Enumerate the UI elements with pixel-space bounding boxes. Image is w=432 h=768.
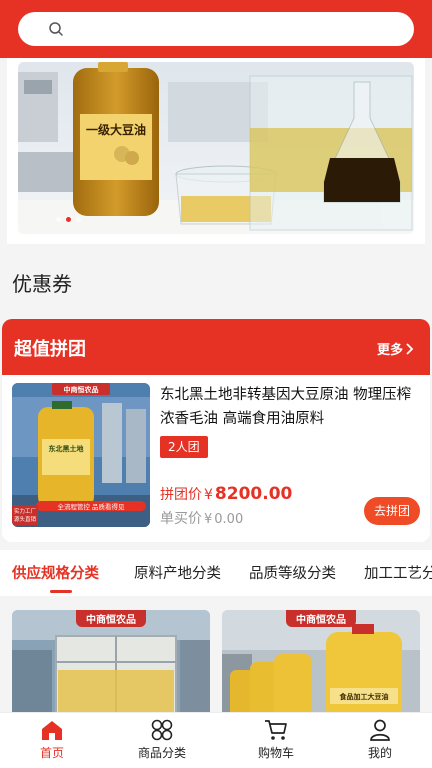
- currency-symbol: ¥: [204, 487, 213, 503]
- more-label: 更多: [376, 343, 403, 358]
- product-card[interactable]: 中商恒农品 食品加工大豆油: [222, 610, 420, 720]
- group-buy-more-link[interactable]: 更多: [377, 339, 414, 358]
- single-price-label: 单买价: [160, 511, 202, 527]
- svg-text:东北黑土地: 东北黑土地: [49, 444, 84, 453]
- card-brand-badge: 中商恒农品: [286, 610, 356, 627]
- banner-carousel[interactable]: 一级大豆油: [18, 62, 414, 234]
- nav-home-label: 首页: [39, 746, 64, 760]
- cart-icon: [265, 720, 287, 740]
- svg-text:实力工厂: 实力工厂: [14, 507, 37, 515]
- group-product-image[interactable]: 中商恒农品 东北黑土地 全流程管控 品质看得见 实力工厂 源头直销: [12, 383, 150, 527]
- user-icon: [370, 719, 390, 741]
- nav-cart-label: 购物车: [257, 746, 294, 760]
- group-price: 拼团价 ¥ 8200.00: [160, 484, 292, 504]
- nav-home[interactable]: 首页: [12, 719, 92, 761]
- svg-text:源头直销: 源头直销: [14, 515, 37, 523]
- group-price-value: 8200.00: [214, 484, 293, 504]
- nav-profile-label: 我的: [367, 746, 392, 760]
- chevron-right-icon: [406, 342, 414, 355]
- svg-text:中商恒农品: 中商恒农品: [64, 385, 99, 394]
- group-buy-section: 超值拼团 更多 中商恒农品 东北黑土地 全流程管控 品质看得见 实力工厂 源头直…: [2, 319, 430, 542]
- nav-category[interactable]: 商品分类: [122, 719, 202, 761]
- category-tabs: 供应规格分类 原料产地分类 品质等级分类 加工工艺分类: [0, 550, 432, 596]
- carousel-dots: [56, 217, 81, 222]
- tab-origin[interactable]: 原料产地分类: [134, 562, 221, 583]
- group-size-tag: 2人团: [160, 436, 208, 458]
- tab-quality-grade[interactable]: 品质等级分类: [249, 562, 336, 583]
- bottom-navigation: 首页 商品分类 购物车 我的: [0, 712, 432, 768]
- nav-category-label: 商品分类: [137, 746, 186, 760]
- search-icon: [49, 22, 63, 36]
- tab-supply-spec[interactable]: 供应规格分类: [12, 562, 99, 583]
- currency-symbol: ¥: [204, 512, 213, 527]
- category-icon: [151, 719, 173, 741]
- carousel-dot[interactable]: [76, 217, 81, 222]
- nav-profile[interactable]: 我的: [340, 719, 420, 761]
- group-buy-title: 超值拼团: [14, 339, 86, 360]
- group-price-label: 拼团价: [160, 487, 202, 503]
- group-product-name[interactable]: 东北黑土地非转基因大豆原油 物理压榨浓香毛油 高端食用油原料: [160, 383, 422, 431]
- group-buy-header: 超值拼团 更多: [2, 319, 430, 375]
- product-card[interactable]: 中商恒农品: [12, 610, 210, 720]
- carousel-dot[interactable]: [56, 217, 61, 222]
- tab-processing[interactable]: 加工工艺分类: [364, 562, 432, 583]
- home-icon: [42, 721, 62, 740]
- product-grid: 中商恒农品 中商恒农品 食品加工大豆油: [0, 596, 432, 720]
- banner-container: 一级大豆油: [7, 58, 425, 244]
- svg-text:食品加工大豆油: 食品加工大豆油: [339, 692, 389, 701]
- carousel-dot-active[interactable]: [66, 217, 71, 222]
- search-input[interactable]: [18, 12, 414, 46]
- card-brand-badge: 中商恒农品: [76, 610, 146, 627]
- single-price-value: 0.00: [214, 512, 244, 527]
- svg-text:全流程管控 品质看得见: 全流程管控 品质看得见: [57, 502, 125, 511]
- single-price: 单买价 ¥ 0.00: [160, 508, 243, 528]
- coupon-section-title: 优惠券: [12, 272, 72, 296]
- svg-text:一级大豆油: 一级大豆油: [86, 122, 146, 137]
- nav-cart[interactable]: 购物车: [236, 719, 316, 761]
- top-bar: [0, 0, 432, 58]
- join-group-button[interactable]: 去拼团: [364, 497, 420, 525]
- active-tab-indicator: [50, 590, 72, 593]
- banner-image: 一级大豆油: [18, 62, 414, 234]
